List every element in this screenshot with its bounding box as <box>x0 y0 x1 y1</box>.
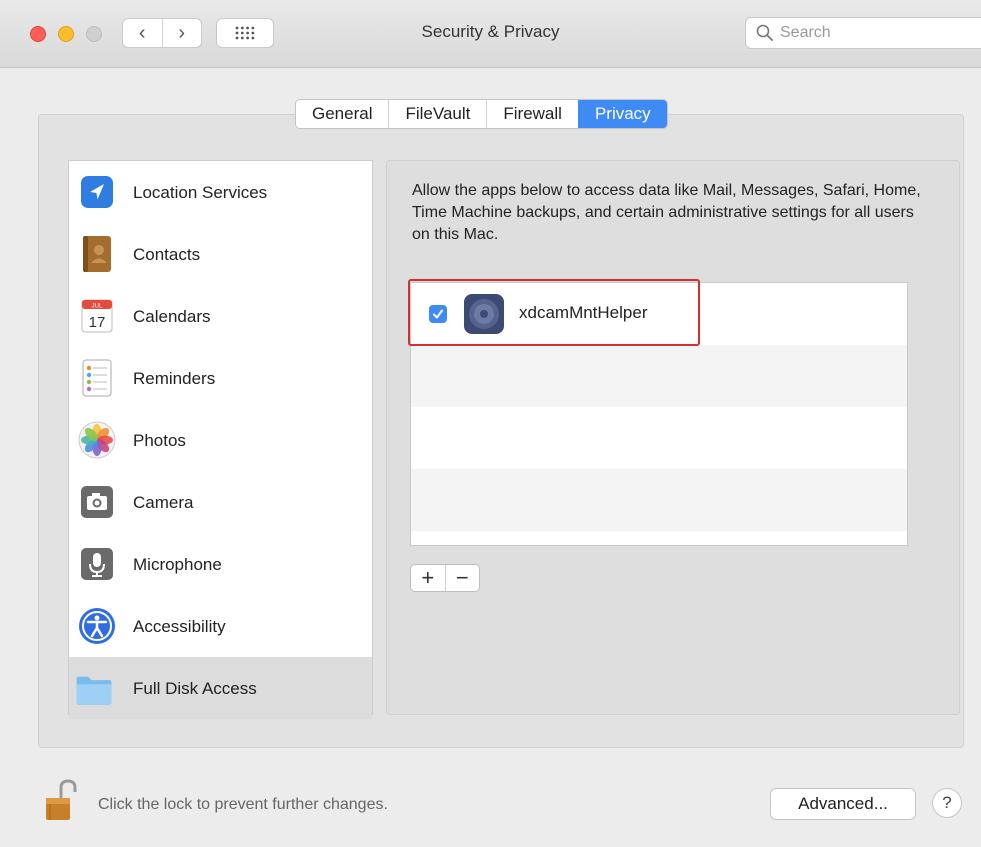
preferences-window: ‹ › Security & Privacy Search General Fi… <box>0 0 981 847</box>
accessibility-icon <box>78 607 116 645</box>
tab-general[interactable]: General <box>296 100 388 128</box>
sidebar-item-label: Calendars <box>133 307 211 326</box>
list-item-empty <box>411 469 907 531</box>
folder-icon <box>75 671 113 709</box>
close-window-button[interactable] <box>30 26 46 42</box>
sidebar-item-label: Camera <box>133 493 194 512</box>
sidebar-item-label: Full Disk Access <box>133 679 257 698</box>
navigation-buttons: ‹ › <box>122 18 202 48</box>
back-button[interactable]: ‹ <box>123 19 162 47</box>
search-icon <box>756 24 773 41</box>
remove-app-button[interactable]: − <box>444 565 480 591</box>
forward-button[interactable]: › <box>161 19 202 47</box>
sidebar-item-calendars[interactable]: JUL 17 Calendars <box>69 285 372 347</box>
sidebar-item-microphone[interactable]: Microphone <box>69 533 372 595</box>
sidebar-item-label: Location Services <box>133 183 268 202</box>
sidebar-item-photos[interactable]: Photos <box>69 409 372 471</box>
sidebar-item-contacts[interactable]: Contacts <box>69 223 372 285</box>
calendar-icon: JUL 17 <box>78 297 116 335</box>
disk-app-icon <box>463 293 505 335</box>
add-app-button[interactable]: + <box>411 565 445 591</box>
tab-firewall[interactable]: Firewall <box>486 100 578 128</box>
camera-icon <box>78 483 116 521</box>
sidebar-item-location-services[interactable]: Location Services <box>69 161 372 223</box>
zoom-window-button[interactable] <box>86 26 102 42</box>
photos-flower-icon <box>78 421 116 459</box>
sidebar-item-label: Microphone <box>133 555 222 574</box>
search-input[interactable] <box>780 24 960 42</box>
lock-icon[interactable] <box>44 778 78 822</box>
title-bar: ‹ › Security & Privacy <box>0 0 981 68</box>
app-list: xdcamMntHelper <box>410 282 908 546</box>
search-field[interactable] <box>745 17 981 49</box>
access-description: Allow the apps below to access data like… <box>412 182 921 243</box>
sidebar-item-label: Reminders <box>133 369 216 388</box>
add-remove-buttons: + − <box>410 564 480 592</box>
app-access-checkbox[interactable] <box>429 305 447 323</box>
advanced-button[interactable]: Advanced... <box>770 788 916 820</box>
list-item-empty <box>411 345 907 407</box>
microphone-icon <box>78 545 116 583</box>
chevron-left-icon: ‹ <box>138 21 146 44</box>
sidebar-item-reminders[interactable]: Reminders <box>69 347 372 409</box>
tab-bar: General FileVault Firewall Privacy <box>295 99 668 129</box>
contacts-book-icon <box>78 235 116 273</box>
checkmark-icon <box>433 309 443 319</box>
chevron-right-icon: › <box>178 21 186 44</box>
list-item[interactable]: xdcamMntHelper <box>411 283 907 345</box>
sidebar-item-label: Photos <box>133 431 186 450</box>
calendar-month-text: JUL <box>92 304 103 310</box>
sidebar-item-label: Accessibility <box>133 617 226 636</box>
lock-message: Click the lock to prevent further change… <box>98 796 388 813</box>
calendar-day-text: 17 <box>89 314 106 331</box>
sidebar-item-label: Contacts <box>133 245 201 264</box>
minimize-window-button[interactable] <box>58 26 74 42</box>
show-all-button[interactable] <box>216 18 274 48</box>
tab-privacy[interactable]: Privacy <box>577 100 667 128</box>
sidebar-item-camera[interactable]: Camera <box>69 471 372 533</box>
sidebar-item-full-disk-access[interactable]: Full Disk Access <box>69 657 372 719</box>
app-name: xdcamMntHelper <box>519 303 648 322</box>
tab-filevault[interactable]: FileVault <box>388 100 486 128</box>
reminders-list-icon <box>78 359 116 397</box>
grid-dots-icon <box>235 26 255 40</box>
list-item-empty <box>411 407 907 469</box>
location-arrow-icon <box>78 173 116 211</box>
help-button[interactable]: ? <box>932 788 962 818</box>
sidebar-item-accessibility[interactable]: Accessibility <box>69 595 372 657</box>
privacy-category-list: Location Services Contacts JUL 17 Calend… <box>68 160 373 719</box>
